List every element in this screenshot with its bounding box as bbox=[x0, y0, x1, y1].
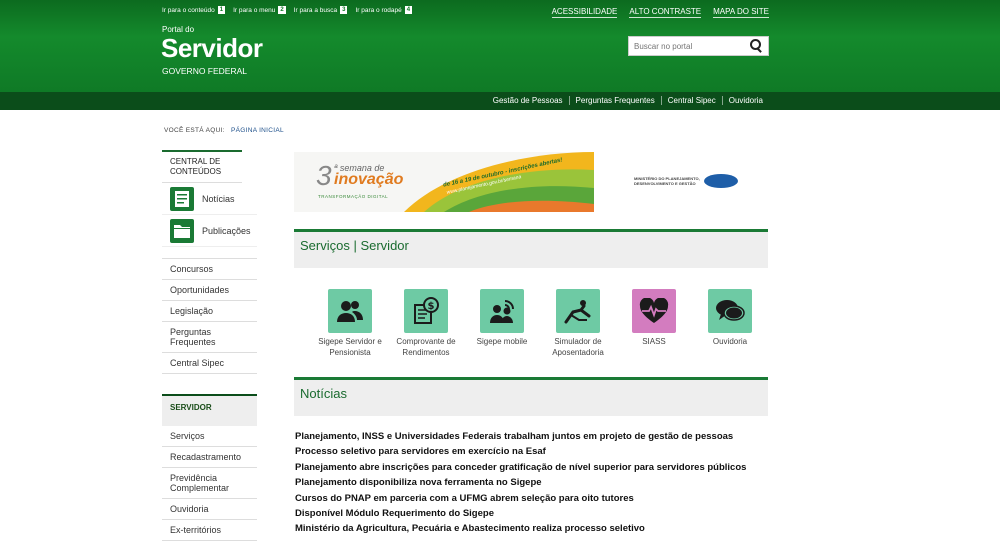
receipt-money-icon: $ bbox=[404, 289, 448, 333]
news-link[interactable]: Processo seletivo para servidores em exe… bbox=[295, 446, 546, 457]
service-links: Gestão de Pessoas Perguntas Frequentes C… bbox=[487, 96, 769, 105]
sidebar-item-servicos[interactable]: Serviços bbox=[162, 426, 257, 447]
services-grid: Sigepe Servidor e Pensionista $ Comprova… bbox=[294, 289, 768, 358]
brazil-flag-logo bbox=[704, 174, 738, 188]
skip-to-menu-link[interactable]: Ir para o menu 2 bbox=[233, 6, 286, 14]
news-item: Planejamento abre inscrições para conced… bbox=[295, 460, 769, 475]
high-contrast-link[interactable]: ALTO CONTRASTE bbox=[629, 7, 702, 18]
sidebar-card-publicacoes[interactable]: Publicações bbox=[162, 215, 257, 247]
retirement-chair-icon bbox=[556, 289, 600, 333]
news-heading: Notícias bbox=[300, 386, 347, 401]
news-link[interactable]: Ministério da Agricultura, Pecuária e Ab… bbox=[295, 523, 645, 534]
service-ouvidoria[interactable]: Ouvidoria bbox=[692, 289, 768, 358]
services-heading: Serviços | Servidor bbox=[300, 238, 409, 253]
heart-pulse-icon bbox=[632, 289, 676, 333]
service-simulador-aposentadoria[interactable]: Simulador de Aposentadoria bbox=[540, 289, 616, 358]
sidebar-item-concursos[interactable]: Concursos bbox=[162, 259, 257, 280]
banner-tag: TRANSFORMAÇÃO DIGITAL bbox=[318, 194, 389, 199]
service-sigepe-servidor[interactable]: Sigepe Servidor e Pensionista bbox=[312, 289, 388, 358]
news-item: Ministério da Agricultura, Pecuária e Ab… bbox=[295, 521, 769, 536]
news-link[interactable]: Planejamento, INSS e Universidades Feder… bbox=[295, 431, 733, 442]
news-item: Cursos do PNAP em parceria com a UFMG ab… bbox=[295, 491, 769, 506]
site-header: Ir para o conteúdo 1 Ir para o menu 2 Ir p… bbox=[0, 0, 1000, 92]
search-icon[interactable] bbox=[749, 39, 763, 53]
sidebar-item-perguntas[interactable]: Perguntas Frequentes bbox=[162, 322, 257, 353]
service-link-ouvidoria[interactable]: Ouvidoria bbox=[721, 96, 769, 105]
news-link[interactable]: Planejamento disponibiliza nova ferramen… bbox=[295, 477, 542, 488]
news-link[interactable]: Cursos do PNAP em parceria com a UFMG ab… bbox=[295, 493, 634, 504]
folder-icon bbox=[170, 218, 194, 243]
news-link[interactable]: Planejamento abre inscrições para conced… bbox=[295, 462, 746, 473]
service-comprovante[interactable]: $ Comprovante de Rendimentos bbox=[388, 289, 464, 358]
mobile-people-icon bbox=[480, 289, 524, 333]
news-list: Planejamento, INSS e Universidades Feder… bbox=[295, 429, 769, 537]
breadcrumb-prefix: VOCÊ ESTÁ AQUI: bbox=[164, 127, 225, 134]
users-icon bbox=[328, 289, 372, 333]
news-item: Processo seletivo para servidores em exe… bbox=[295, 444, 769, 459]
skip-to-footer-link[interactable]: Ir para o rodapé 4 bbox=[355, 6, 413, 14]
sidebar-divider bbox=[162, 247, 257, 259]
search-box bbox=[628, 36, 769, 56]
sidebar-servidor-heading: SERVIDOR bbox=[162, 394, 257, 426]
sitemap-link[interactable]: MAPA DO SITE bbox=[713, 7, 769, 18]
portal-title-logo[interactable]: Servidor bbox=[161, 33, 263, 64]
news-section-header: Notícias bbox=[294, 377, 768, 416]
service-link-central-sipec[interactable]: Central Sipec bbox=[660, 96, 722, 105]
service-sigepe-mobile[interactable]: Sigepe mobile bbox=[464, 289, 540, 358]
sidebar-item-legislacao[interactable]: Legislação bbox=[162, 301, 257, 322]
news-item: Disponível Módulo Requerimento do Sigepe bbox=[295, 506, 769, 521]
sidebar-item-recadastramento[interactable]: Recadastramento bbox=[162, 447, 257, 468]
sidebar-item-ex-territorios[interactable]: Ex-territórios bbox=[162, 520, 257, 541]
service-link-perguntas[interactable]: Perguntas Frequentes bbox=[568, 96, 661, 105]
search-input[interactable] bbox=[629, 41, 749, 51]
accessibility-link[interactable]: ACESSIBILIDADE bbox=[551, 7, 618, 18]
accessibility-bar: Ir para o conteúdo 1 Ir para o menu 2 Ir p… bbox=[162, 6, 413, 14]
svg-text:$: $ bbox=[428, 301, 435, 312]
banner-number: 3 bbox=[316, 160, 332, 191]
top-links: ACESSIBILIDADE ALTO CONTRASTE MAPA DO SI… bbox=[551, 7, 769, 18]
sidebar-item-previdencia[interactable]: Previdência Complementar bbox=[162, 468, 257, 499]
breadcrumb-home-link[interactable]: PÁGINA INICIAL bbox=[231, 127, 284, 134]
speech-bubbles-icon bbox=[708, 289, 752, 333]
sidebar-item-oportunidades[interactable]: Oportunidades bbox=[162, 280, 257, 301]
sidebar-card-noticias[interactable]: Notícias bbox=[162, 183, 257, 215]
service-siass[interactable]: SIASS bbox=[616, 289, 692, 358]
news-item: Planejamento disponibiliza nova ferramen… bbox=[295, 475, 769, 490]
skip-to-content-link[interactable]: Ir para o conteúdo 1 bbox=[162, 6, 226, 14]
innovation-week-banner[interactable]: 3 ª semana de inovação TRANSFORMAÇÃO DIG… bbox=[294, 152, 768, 212]
sidebar-central-heading: CENTRAL DE CONTEÚDOS bbox=[162, 150, 242, 183]
sidebar: CENTRAL DE CONTEÚDOS Notícias Publicaçõe… bbox=[162, 150, 257, 541]
sidebar-item-central-sipec[interactable]: Central Sipec bbox=[162, 353, 257, 374]
services-section-header: Serviços | Servidor bbox=[294, 229, 768, 268]
portal-subtitle: GOVERNO FEDERAL bbox=[162, 66, 248, 76]
news-item: Planejamento, INSS e Universidades Feder… bbox=[295, 429, 769, 444]
banner-ministry: MINISTÉRIO DO PLANEJAMENTO, DESENVOLVIME… bbox=[634, 176, 700, 186]
sidebar-servidor-section: SERVIDOR Serviços Recadastramento Previd… bbox=[162, 394, 257, 541]
service-bar: Gestão de Pessoas Perguntas Frequentes C… bbox=[0, 92, 1000, 110]
news-link[interactable]: Disponível Módulo Requerimento do Sigepe bbox=[295, 508, 494, 519]
document-icon bbox=[170, 186, 194, 211]
banner-line2: inovação bbox=[334, 171, 404, 188]
skip-to-search-link[interactable]: Ir para a busca 3 bbox=[294, 6, 348, 14]
breadcrumb: VOCÊ ESTÁ AQUI: PÁGINA INICIAL bbox=[164, 127, 284, 134]
service-link-gestao[interactable]: Gestão de Pessoas bbox=[487, 96, 569, 105]
sidebar-item-ouvidoria[interactable]: Ouvidoria bbox=[162, 499, 257, 520]
